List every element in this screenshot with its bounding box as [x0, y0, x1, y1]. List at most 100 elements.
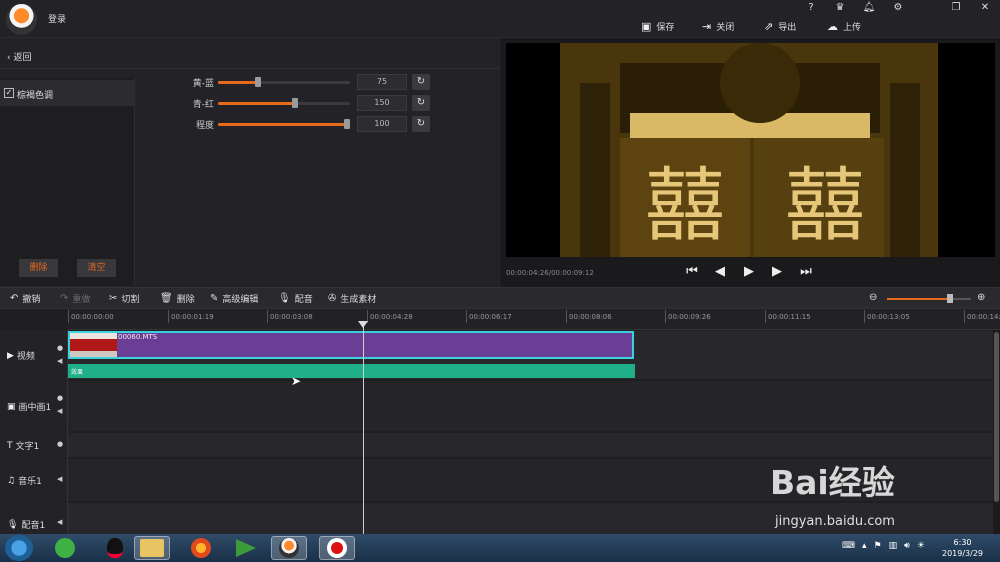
- delete-button[interactable]: 🗑︎ 删除: [160, 292, 195, 305]
- zoom-slider-fill: [887, 298, 950, 300]
- generate-material-button[interactable]: ✇ 生成素材: [328, 292, 376, 305]
- slider-value-input[interactable]: 150: [357, 95, 407, 111]
- effect-item-sepia[interactable]: ✓ 棕褐色调: [0, 80, 135, 106]
- login-link[interactable]: 登录: [48, 12, 66, 25]
- eye-icon[interactable]: ●: [57, 440, 63, 448]
- close-window-icon[interactable]: ✕: [976, 2, 994, 16]
- taskbar-app-qq-icon[interactable]: [97, 536, 133, 560]
- redo-button[interactable]: ↷ 重做: [60, 292, 91, 305]
- speaker-icon[interactable]: ◀: [57, 407, 62, 415]
- slider-row-cyan-red: 青-红 150 ↻: [190, 95, 435, 111]
- clear-effects-button[interactable]: 清空: [77, 259, 116, 277]
- effect-clip[interactable]: [68, 364, 635, 378]
- slider-label: 程度: [195, 121, 214, 131]
- app-logo[interactable]: [6, 4, 37, 35]
- playhead[interactable]: [363, 322, 364, 534]
- network-icon[interactable]: ▥: [889, 541, 898, 551]
- timeline-toolbar: [0, 287, 1000, 309]
- slider-knob[interactable]: [291, 98, 298, 108]
- flag-icon[interactable]: ⚑: [874, 541, 882, 551]
- svg-text:囍: 囍: [645, 159, 725, 252]
- zoom-out-icon[interactable]: ⊖: [869, 292, 877, 303]
- speaker-icon[interactable]: ◀: [57, 357, 62, 365]
- restore-window-icon[interactable]: ❐: [947, 2, 965, 16]
- track-row-pip[interactable]: [68, 381, 993, 431]
- skip-to-start-icon[interactable]: ⏮: [684, 264, 700, 280]
- slider-value-input[interactable]: 75: [357, 74, 407, 90]
- export-label: 导出: [778, 22, 797, 33]
- watermark-url: jingyan.baidu.com: [775, 514, 895, 529]
- zoom-slider-knob[interactable]: [947, 294, 953, 303]
- track-header-text[interactable]: T 文字1: [7, 439, 39, 453]
- svg-text:囍: 囍: [785, 159, 865, 252]
- slider-label: 黄-蓝: [192, 79, 214, 89]
- track-header-music[interactable]: ♫ 音乐1: [7, 474, 42, 488]
- taskbar-app-explorer-icon[interactable]: [134, 536, 170, 560]
- step-forward-icon[interactable]: ▶: [769, 264, 785, 280]
- video-track-icon: ▶: [7, 350, 14, 361]
- taskbar-app-firefox-icon[interactable]: [183, 536, 219, 560]
- slider-fill: [218, 102, 295, 105]
- taskbar-app-editor-icon[interactable]: [271, 536, 307, 560]
- effect-checkbox[interactable]: ✓: [4, 88, 14, 98]
- slider-knob[interactable]: [344, 119, 350, 129]
- slider-fill: [218, 123, 350, 126]
- help-icon[interactable]: ?: [802, 2, 820, 16]
- track-name: 画中画1: [18, 403, 52, 413]
- start-button[interactable]: [5, 535, 33, 561]
- track-header-pip[interactable]: ▣ 画中画1: [7, 400, 52, 414]
- delete-effect-button[interactable]: 删除: [19, 259, 58, 277]
- zoom-in-icon[interactable]: ⊕: [977, 292, 985, 303]
- undo-button[interactable]: ↶ 撤销: [10, 292, 40, 305]
- slider-track[interactable]: [218, 119, 350, 129]
- vip-crown-icon[interactable]: ♛: [831, 2, 849, 16]
- reset-icon[interactable]: ↻: [412, 116, 430, 132]
- keyboard-icon[interactable]: ⌨: [842, 541, 855, 551]
- save-button[interactable]: ▣ 保存: [641, 19, 674, 33]
- advanced-edit-label: 高级编辑: [222, 294, 259, 305]
- gear-icon[interactable]: ⚙: [889, 2, 907, 16]
- back-label: 返回: [13, 53, 32, 63]
- upload-button[interactable]: ☁ 上传: [827, 19, 861, 33]
- play-icon[interactable]: ▶: [741, 264, 757, 280]
- exit-button[interactable]: ⇥ 关闭: [702, 19, 734, 33]
- film-reel-icon: ✇: [328, 292, 337, 304]
- taskbar-app-recorder-icon[interactable]: [319, 536, 355, 560]
- speaker-icon[interactable]: ◀: [57, 518, 62, 526]
- taskbar-clock[interactable]: 6:30 2019/3/29: [942, 537, 983, 559]
- scrollbar-thumb[interactable]: [994, 332, 999, 502]
- track-header-voice[interactable]: 🎙︎ 配音1: [7, 518, 45, 532]
- taskbar-app-refresh-icon[interactable]: [47, 536, 83, 560]
- tray-arrow-icon[interactable]: ▴: [862, 541, 867, 551]
- sun-icon[interactable]: ☀: [917, 541, 925, 551]
- back-button[interactable]: ‹ 返回: [7, 50, 31, 63]
- skip-to-end-icon[interactable]: ⏭: [798, 264, 814, 280]
- reset-icon[interactable]: ↻: [412, 95, 430, 111]
- bell-icon[interactable]: 🔔︎: [860, 2, 878, 16]
- track-row-text[interactable]: [68, 433, 993, 457]
- slider-knob[interactable]: [254, 77, 261, 87]
- slider-track[interactable]: [218, 98, 350, 108]
- slider-track[interactable]: [218, 77, 350, 87]
- speaker-icon[interactable]: ◀: [57, 475, 62, 483]
- taskbar-app-video-icon[interactable]: [228, 536, 264, 560]
- volume-icon[interactable]: 🔊︎: [904, 541, 910, 551]
- step-back-icon[interactable]: ◀: [712, 264, 728, 280]
- reset-icon[interactable]: ↻: [412, 74, 430, 90]
- redo-label: 重做: [72, 294, 91, 305]
- export-button[interactable]: ⇗ 导出: [764, 19, 796, 33]
- slider-value-input[interactable]: 100: [357, 116, 407, 132]
- track-header-video[interactable]: ▶ 视频: [7, 349, 35, 363]
- dub-button[interactable]: 🎙︎ 配音: [278, 292, 313, 305]
- ruler-label: 00:00:00:00: [71, 313, 114, 321]
- eye-icon[interactable]: ●: [57, 394, 63, 402]
- ruler-label: 00:00:03:08: [270, 313, 313, 321]
- exit-label: 关闭: [716, 22, 735, 33]
- effect-list: [0, 78, 135, 286]
- advanced-edit-button[interactable]: ✎ 高级编辑: [210, 292, 259, 305]
- eye-icon[interactable]: ●: [57, 344, 63, 352]
- effect-item-label: 棕褐色调: [17, 91, 54, 101]
- effect-clip-name: 效果: [71, 369, 84, 376]
- cut-button[interactable]: ✂ 切割: [109, 292, 139, 305]
- playhead-handle[interactable]: [358, 321, 368, 328]
